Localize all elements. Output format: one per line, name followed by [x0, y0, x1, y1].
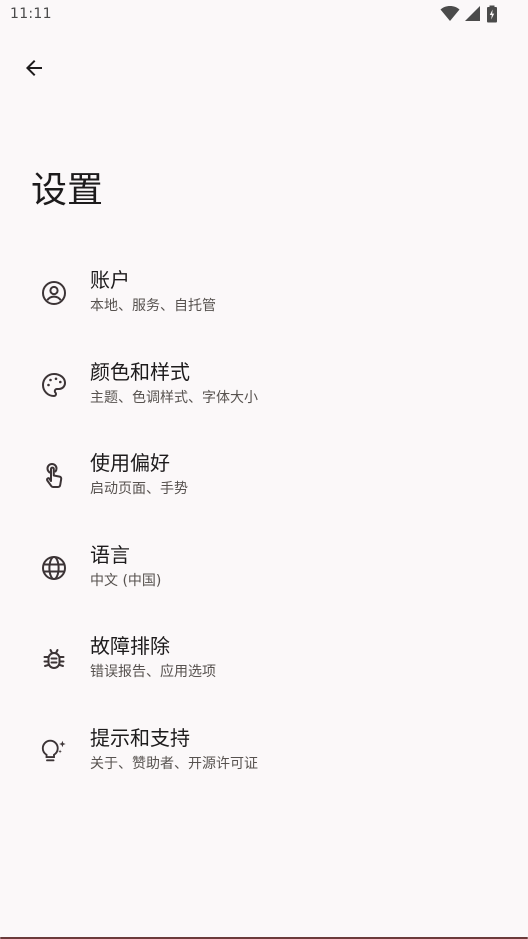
bug-icon — [40, 645, 68, 673]
settings-item-summary: 关于、赞助者、开源许可证 — [90, 755, 258, 772]
globe-icon — [40, 554, 68, 582]
settings-item-preferences[interactable]: 使用偏好 启动页面、手势 — [0, 429, 528, 521]
settings-item-label: 账户 — [90, 268, 130, 292]
status-icons — [440, 5, 498, 23]
settings-item-summary: 本地、服务、自托管 — [90, 298, 216, 314]
tips-icon — [40, 737, 68, 765]
touch-app-icon — [40, 462, 68, 490]
settings-item-summary: 主题、色调样式、字体大小 — [90, 389, 258, 406]
settings-list: 账户 本地、服务、自托管 颜色和样式 主题、色调样式、字体大小 使用偏好 启动页… — [0, 246, 528, 795]
page-title: 设置 — [31, 170, 104, 211]
signal-icon — [464, 5, 482, 23]
account-circle-icon — [40, 279, 68, 307]
settings-item-label: 颜色和样式 — [90, 359, 190, 384]
wifi-icon — [440, 5, 460, 23]
settings-item-label: 使用偏好 — [90, 451, 170, 475]
back-button[interactable] — [14, 50, 54, 90]
settings-item-label: 语言 — [90, 542, 130, 567]
settings-item-summary: 启动页面、手势 — [90, 481, 188, 497]
settings-item-language[interactable]: 语言 中文 (中国) — [0, 521, 528, 613]
arrow-back-icon — [22, 56, 46, 84]
settings-item-color-style[interactable]: 颜色和样式 主题、色调样式、字体大小 — [0, 338, 528, 430]
settings-item-troubleshooting[interactable]: 故障排除 错误报告、应用选项 — [0, 612, 528, 704]
settings-item-tips-support[interactable]: 提示和支持 关于、赞助者、开源许可证 — [0, 704, 528, 796]
settings-item-summary: 错误报告、应用选项 — [90, 664, 216, 680]
settings-item-account[interactable]: 账户 本地、服务、自托管 — [0, 246, 528, 338]
settings-item-label: 故障排除 — [90, 634, 170, 658]
battery-icon — [486, 5, 498, 23]
status-bar: 11:11 — [0, 0, 528, 30]
settings-item-summary: 中文 (中国) — [90, 572, 162, 589]
settings-item-label: 提示和支持 — [90, 725, 190, 750]
palette-icon — [40, 371, 68, 399]
status-time: 11:11 — [10, 6, 52, 22]
